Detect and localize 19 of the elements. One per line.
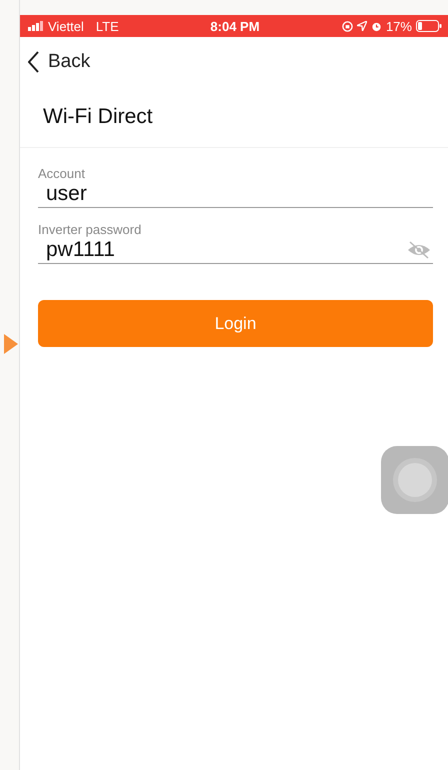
input-field[interactable]: pw1111	[38, 237, 433, 264]
clock-time: 8:04 PM	[210, 18, 260, 34]
chevron-left-icon	[28, 51, 40, 73]
location-arrow-icon	[356, 21, 367, 31]
network-type: LTE	[96, 18, 119, 34]
alarm-clock-icon	[370, 20, 382, 32]
carrier-name: Viettel	[48, 18, 84, 34]
page-title: Wi-Fi Direct	[43, 105, 153, 129]
battery-icon	[416, 20, 442, 32]
back-button[interactable]: Back	[28, 51, 90, 73]
pointer-arrow-icon	[4, 334, 18, 354]
battery-percentage: 17%	[386, 18, 412, 34]
field-label: Inverter password	[38, 222, 142, 237]
eye-slash-icon[interactable]	[407, 241, 431, 259]
input-field[interactable]: user	[38, 181, 433, 208]
field-label: Account	[38, 166, 86, 181]
signal-icon	[28, 21, 44, 31]
rotation-lock-icon	[342, 20, 353, 32]
assistive-touch-button[interactable]	[381, 446, 448, 514]
